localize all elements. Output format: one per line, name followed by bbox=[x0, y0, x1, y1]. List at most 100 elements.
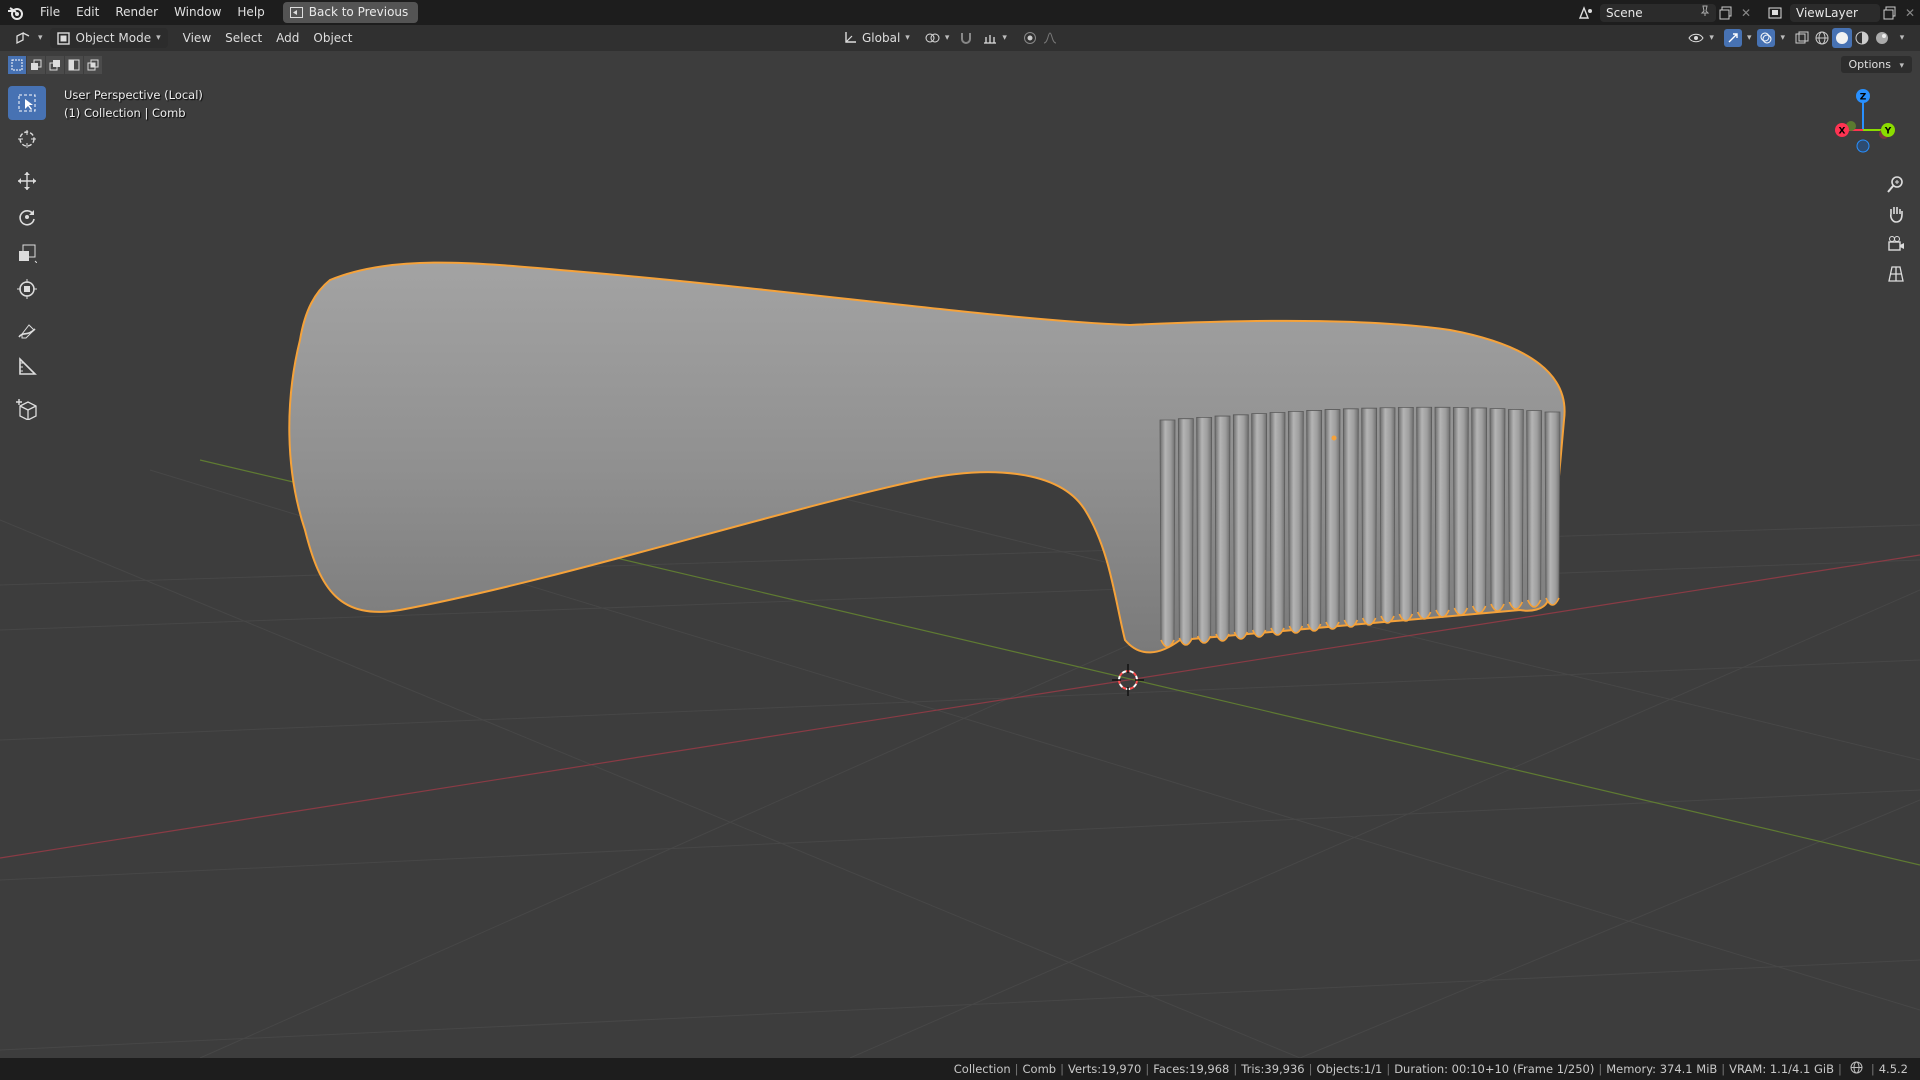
overlays-toggle[interactable]: ▾ bbox=[1754, 28, 1788, 48]
comb-tooth bbox=[1269, 412, 1286, 636]
annotate-tool[interactable] bbox=[8, 314, 46, 348]
back-to-previous-button[interactable]: Back to Previous bbox=[282, 2, 419, 23]
transform-tool[interactable] bbox=[8, 272, 46, 306]
status-bar: Collection | Comb | Verts:19,970 | Faces:19… bbox=[0, 1058, 1920, 1080]
view-layer-icon[interactable] bbox=[1766, 3, 1786, 23]
collection-info-label: (1) Collection | Comb bbox=[64, 106, 186, 120]
rendered-shading-icon[interactable] bbox=[1872, 28, 1892, 48]
comb-tooth bbox=[1159, 419, 1176, 648]
mode-label: Object Mode bbox=[75, 31, 152, 45]
new-scene-icon[interactable] bbox=[1716, 3, 1736, 23]
gizmo-toggle[interactable]: ▾ bbox=[1721, 28, 1755, 48]
network-globe-icon[interactable] bbox=[1850, 1061, 1863, 1077]
snap-increment-icon bbox=[984, 35, 997, 44]
measure-icon bbox=[19, 357, 37, 375]
orientation-dropdown[interactable]: Global ▾ bbox=[836, 28, 917, 48]
cursor-icon bbox=[18, 130, 36, 148]
orientation-icon bbox=[845, 32, 856, 43]
status-collection: Collection bbox=[953, 1062, 1011, 1076]
add-cube-tool[interactable] bbox=[8, 392, 46, 426]
add-cube-icon bbox=[16, 399, 37, 420]
scene-icon[interactable] bbox=[1576, 3, 1596, 23]
new-view-layer-icon[interactable] bbox=[1880, 3, 1900, 23]
menu-help[interactable]: Help bbox=[229, 0, 272, 25]
x-axis-line bbox=[0, 554, 1920, 859]
menu-add[interactable]: Add bbox=[269, 28, 306, 48]
menu-window[interactable]: Window bbox=[166, 0, 229, 25]
orthographic-toggle-icon[interactable] bbox=[1882, 260, 1910, 288]
delete-scene-icon[interactable]: ✕ bbox=[1736, 3, 1756, 23]
select-box-tool[interactable] bbox=[8, 86, 46, 120]
status-objects: Objects:1/1 bbox=[1316, 1062, 1383, 1076]
rotate-tool[interactable] bbox=[8, 200, 46, 234]
shading-options-chevron-icon[interactable]: ▾ bbox=[1892, 28, 1912, 48]
solid-shading-icon[interactable] bbox=[1832, 28, 1852, 48]
comb-tooth bbox=[1232, 414, 1249, 640]
scene-name: Scene bbox=[1606, 5, 1643, 20]
cursor-tool[interactable] bbox=[8, 122, 46, 156]
status-object: Comb bbox=[1022, 1062, 1057, 1076]
scale-tool[interactable] bbox=[8, 236, 46, 270]
menu-render[interactable]: Render bbox=[107, 0, 166, 25]
view-layer-field[interactable]: ViewLayer bbox=[1790, 3, 1880, 22]
back-to-previous-label: Back to Previous bbox=[308, 5, 409, 19]
view-layer-name: ViewLayer bbox=[1796, 5, 1858, 20]
delete-view-layer-icon[interactable]: ✕ bbox=[1900, 3, 1920, 23]
comb-tooth bbox=[1324, 409, 1341, 630]
navigation-gizmo[interactable]: Z X Y bbox=[1818, 84, 1908, 174]
blender-logo-icon[interactable] bbox=[0, 0, 32, 25]
status-memory: Memory: 374.1 MiB bbox=[1606, 1062, 1718, 1076]
snap-toggle-icon[interactable] bbox=[956, 28, 976, 48]
menu-select[interactable]: Select bbox=[218, 28, 269, 48]
status-version: 4.5.2 bbox=[1878, 1062, 1908, 1076]
camera-view-icon[interactable] bbox=[1882, 230, 1910, 258]
perspective-label: User Perspective (Local) bbox=[64, 88, 203, 102]
comb-mesh[interactable] bbox=[288, 261, 1566, 654]
viewport-display-tools: ▾ ▾ ▾ ▾ bbox=[1681, 28, 1912, 48]
mode-dropdown[interactable]: Object Mode ▾ bbox=[49, 28, 168, 48]
comb-tooth bbox=[1507, 409, 1524, 610]
scene-selector-area: Scene ✕ ViewLayer ✕ bbox=[1576, 0, 1920, 25]
status-tris: Tris:39,936 bbox=[1241, 1062, 1305, 1076]
menu-file[interactable]: File bbox=[32, 0, 68, 25]
falloff-icon[interactable] bbox=[1040, 28, 1060, 48]
comb-tooth bbox=[1379, 407, 1396, 624]
transform-tools: Global ▾ ▾ ▾ bbox=[836, 28, 1060, 48]
pivot-point-dropdown[interactable]: ▾ bbox=[917, 28, 957, 48]
snap-target-dropdown[interactable]: ▾ bbox=[976, 28, 1014, 48]
measure-tool[interactable] bbox=[8, 350, 46, 384]
proportional-editing-icon[interactable] bbox=[1020, 28, 1040, 48]
xray-toggle-icon[interactable] bbox=[1792, 28, 1812, 48]
move-tool[interactable] bbox=[8, 164, 46, 198]
scale-icon bbox=[19, 244, 37, 263]
comb-tooth bbox=[1471, 407, 1488, 614]
neg-z-axis-handle[interactable] bbox=[1856, 139, 1870, 153]
comb-tooth bbox=[1452, 407, 1469, 616]
menu-object[interactable]: Object bbox=[306, 28, 359, 48]
object-origin-point bbox=[1331, 435, 1337, 441]
comb-tooth bbox=[1306, 410, 1323, 632]
viewport-info-overlay: User Perspective (Local) (1) Collection … bbox=[64, 86, 203, 122]
menu-edit[interactable]: Edit bbox=[68, 0, 107, 25]
menu-view[interactable]: View bbox=[176, 28, 218, 48]
comb-tooth bbox=[1434, 406, 1451, 618]
material-shading-icon[interactable] bbox=[1852, 28, 1872, 48]
editor-type-button[interactable]: ▾ bbox=[8, 28, 50, 48]
viewport-canvas[interactable] bbox=[0, 51, 1920, 1058]
pin-icon[interactable] bbox=[1700, 5, 1710, 20]
scene-name-field[interactable]: Scene bbox=[1600, 3, 1716, 22]
eye-icon bbox=[1688, 33, 1704, 43]
wireframe-shading-icon[interactable] bbox=[1812, 28, 1832, 48]
comb-tooth bbox=[1287, 411, 1304, 634]
visibility-dropdown[interactable]: ▾ bbox=[1681, 28, 1721, 48]
rotate-icon bbox=[19, 210, 35, 226]
status-vram: VRAM: 1.1/4.1 GiB bbox=[1729, 1062, 1834, 1076]
z-axis-label: Z bbox=[1860, 93, 1867, 103]
zoom-view-icon[interactable] bbox=[1882, 170, 1910, 198]
comb-tooth bbox=[1416, 406, 1433, 620]
comb-tooth bbox=[1177, 418, 1194, 646]
pan-view-hand-icon[interactable] bbox=[1882, 200, 1910, 228]
comb-tooth bbox=[1397, 407, 1414, 622]
pivot-icon bbox=[925, 33, 940, 43]
annotate-icon bbox=[18, 324, 36, 339]
